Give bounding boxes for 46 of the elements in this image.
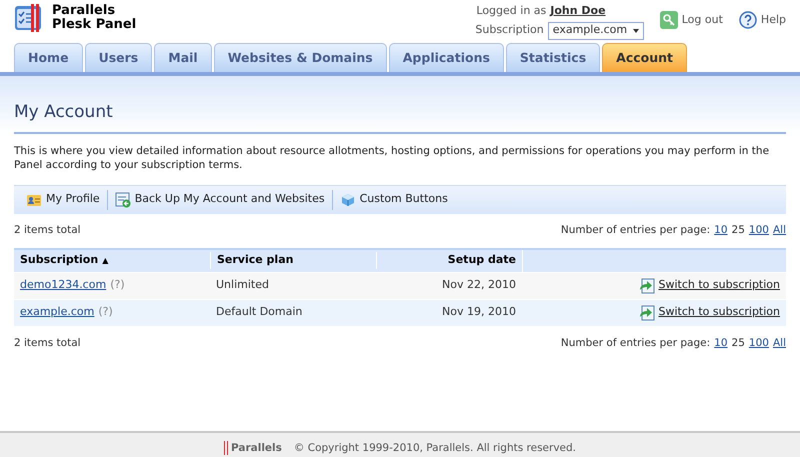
logout-link[interactable]: Log out (660, 11, 723, 29)
user-name-link[interactable]: John Doe (550, 3, 606, 20)
product-name: Plesk Panel (52, 18, 136, 32)
page-size-link[interactable]: 100 (748, 222, 769, 238)
items-total: 2 items total (14, 222, 81, 238)
per-page-label: Number of entries per page: (560, 222, 710, 238)
nav-tab[interactable]: Home (14, 43, 83, 72)
subscription-link[interactable]: demo1234.com (20, 277, 106, 294)
table-cell: Nov 22, 2010 (442, 278, 516, 292)
column-header: Setup date (448, 253, 516, 266)
nav-tab[interactable]: Account (602, 43, 688, 72)
toolbar-button[interactable]: Custom Buttons (340, 191, 448, 208)
column-header: Service plan (217, 253, 294, 266)
toolbar-button[interactable]: My Profile (26, 191, 100, 208)
page-title: My Account (14, 100, 786, 134)
table-cell: Nov 19, 2010 (442, 305, 516, 318)
page-size-link[interactable]: 10 (714, 336, 728, 352)
page-size-link[interactable]: 100 (748, 336, 769, 352)
nav-tab[interactable]: Applications (388, 43, 504, 72)
page-size-link[interactable]: All (772, 222, 786, 238)
subscription-label: Subscription (475, 22, 544, 38)
page-size-link[interactable]: 10 (714, 222, 728, 238)
footer-logo: Parallels (224, 441, 282, 455)
items-total: 2 items total (14, 336, 81, 351)
subscription-select[interactable]: example.com (548, 22, 644, 40)
nav-tab[interactable]: Users (84, 43, 152, 72)
brand-name: Parallels (52, 4, 116, 18)
switch-subscription-link[interactable]: Switch to subscription (638, 277, 780, 294)
nav-tab[interactable]: Mail (154, 43, 212, 72)
per-page-label: Number of entries per page: (560, 336, 710, 351)
page-description: This is where you view detailed information about resource allotments, hosting options, and permissions for operations you may perform in the Panel according to your subscription terms. (14, 144, 770, 172)
sort-arrow-icon: ▲ (102, 254, 108, 266)
page-size-link[interactable]: All (772, 336, 786, 352)
column-header[interactable]: Subscription (20, 252, 98, 269)
current-page-size: 25 (732, 336, 745, 351)
nav-tab[interactable]: Statistics (506, 43, 600, 72)
table-cell: Default Domain (216, 305, 302, 318)
help-link[interactable]: Help (738, 11, 786, 29)
current-page-size: 25 (732, 222, 745, 238)
logged-in-label: Logged in as (476, 3, 546, 19)
copyright-text: © Copyright 1999-2010, Parallels. All rights reserved. (294, 441, 576, 455)
switch-subscription-link[interactable]: Switch to subscription (638, 304, 780, 321)
toolbar-button[interactable]: Back Up My Account and Websites (114, 191, 325, 208)
nav-tab[interactable]: Websites & Domains (214, 43, 387, 72)
subscription-link[interactable]: example.com (20, 304, 94, 321)
table-cell: Unlimited (216, 278, 269, 292)
